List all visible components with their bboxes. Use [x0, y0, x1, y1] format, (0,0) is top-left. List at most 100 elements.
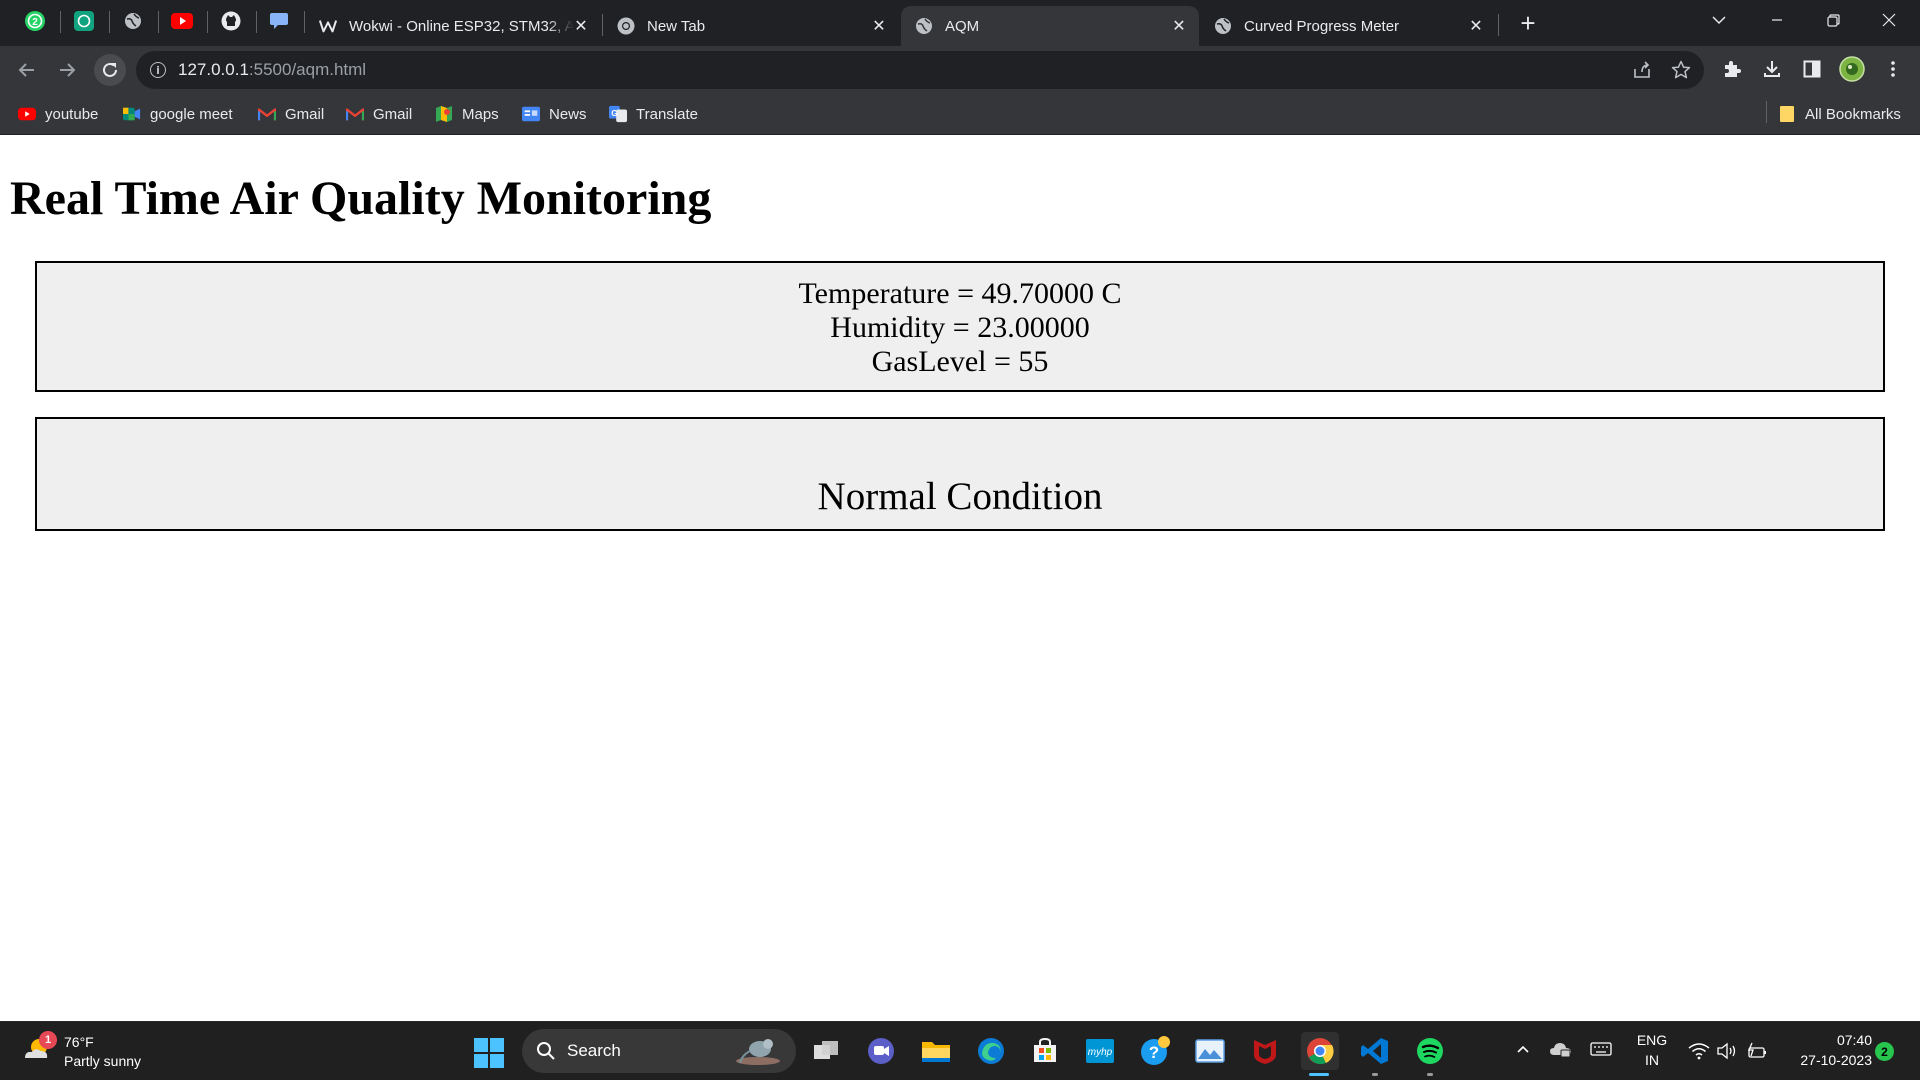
close-window-button[interactable]	[1866, 6, 1912, 34]
translate-icon: G	[609, 105, 627, 123]
ms-store-button[interactable]	[1026, 1032, 1064, 1070]
gmail-icon	[258, 106, 276, 122]
system-clock[interactable]: 07:40 27-10-2023	[1780, 1030, 1872, 1070]
extensions-icon[interactable]	[1719, 56, 1745, 82]
weather-condition: Partly sunny	[64, 1053, 142, 1069]
vscode-icon	[1361, 1038, 1388, 1064]
language-code: ENG	[1636, 1032, 1668, 1048]
new-tab-button[interactable]: +	[1514, 8, 1542, 38]
tab-close-button[interactable]: ✕	[1466, 16, 1486, 36]
file-explorer-icon	[922, 1042, 950, 1062]
wokwi-icon	[319, 17, 337, 35]
tab-new-tab[interactable]: New Tab ✕	[603, 6, 899, 46]
onedrive-tray-icon[interactable]	[1548, 1034, 1574, 1064]
minimize-icon	[1772, 19, 1782, 21]
pinned-tab-youtube[interactable]	[167, 8, 197, 34]
wifi-icon[interactable]	[1686, 1034, 1712, 1068]
side-panel-icon[interactable]	[1799, 56, 1825, 82]
show-hidden-icons-button[interactable]	[1512, 1034, 1534, 1064]
active-app-indicator	[1309, 1073, 1329, 1076]
chrome-taskbar-button[interactable]	[1301, 1032, 1339, 1070]
vscode-button[interactable]	[1356, 1032, 1394, 1070]
bookmark-youtube[interactable]: youtube	[18, 103, 98, 125]
teams-chat-button[interactable]	[862, 1032, 900, 1070]
kebab-menu-icon[interactable]	[1880, 56, 1906, 82]
pinned-tab-chatgpt[interactable]	[69, 8, 99, 34]
page-content: Real Time Air Quality Monitoring Tempera…	[0, 135, 1920, 1021]
restore-button[interactable]	[1810, 6, 1856, 34]
url-host: 127.0.0.1	[178, 60, 249, 79]
search-label: Search	[567, 1041, 621, 1060]
browser-toolbar: i 127.0.0.1:5500/aqm.html	[0, 46, 1920, 93]
taskbar-search[interactable]: Search	[522, 1029, 796, 1073]
pinned-tab-chat[interactable]	[264, 8, 294, 34]
tab-close-button[interactable]: ✕	[869, 16, 889, 36]
tab-title: New Tab	[647, 17, 706, 35]
photos-button[interactable]	[1191, 1032, 1229, 1070]
globe-icon	[125, 13, 141, 29]
reload-button[interactable]	[94, 54, 126, 86]
minimize-button[interactable]	[1754, 6, 1800, 34]
myhp-button[interactable]: myhp	[1081, 1032, 1119, 1070]
input-language-indicator[interactable]: ENG IN	[1630, 1030, 1674, 1070]
task-view-button[interactable]	[807, 1032, 845, 1070]
start-button[interactable]	[474, 1038, 504, 1068]
file-explorer-button[interactable]	[917, 1032, 955, 1070]
keyboard-tray-icon[interactable]	[1588, 1034, 1614, 1064]
chat-icon	[270, 13, 288, 29]
edge-icon	[978, 1038, 1004, 1064]
forward-button[interactable]	[53, 56, 81, 84]
tab-curved-progress-meter[interactable]: Curved Progress Meter ✕	[1200, 6, 1496, 46]
tab-wokwi[interactable]: Wokwi - Online ESP32, STM32, A ✕	[305, 6, 601, 46]
tab-close-button[interactable]: ✕	[571, 16, 591, 36]
tab-close-button[interactable]: ✕	[1169, 16, 1189, 36]
downloads-icon[interactable]	[1759, 56, 1785, 82]
youtube-icon	[171, 13, 193, 29]
news-icon	[522, 106, 540, 122]
air-quality-status: Normal Condition	[817, 475, 1103, 518]
spotify-button[interactable]	[1411, 1032, 1449, 1070]
bookmark-translate[interactable]: G Translate	[609, 103, 698, 125]
share-icon[interactable]	[1632, 60, 1652, 80]
tab-search-button[interactable]	[1696, 6, 1742, 34]
all-bookmarks-folder[interactable]: All Bookmarks	[1778, 103, 1901, 125]
gas-level-reading: GasLevel = 55	[871, 345, 1049, 378]
bookmark-star-icon[interactable]	[1671, 60, 1691, 80]
notification-badge[interactable]: 2	[1875, 1042, 1894, 1061]
tab-aqm[interactable]: AQM ✕	[901, 6, 1199, 46]
address-bar[interactable]: i 127.0.0.1:5500/aqm.html	[136, 51, 1704, 89]
bookmark-google-meet[interactable]: google meet	[123, 103, 233, 125]
bookmarks-bar: youtube google meet Gmail Gmail Maps New…	[0, 93, 1920, 135]
mcafee-button[interactable]	[1246, 1032, 1284, 1070]
windows-taskbar: 1 76°F Partly sunny Search myhp ? ENG IN…	[0, 1021, 1920, 1080]
site-info-icon[interactable]: i	[150, 62, 166, 78]
temperature-reading: Temperature = 49.70000 C	[798, 277, 1122, 310]
tab-title: Curved Progress Meter	[1244, 17, 1400, 35]
reload-icon	[103, 62, 117, 77]
url-text: 127.0.0.1:5500/aqm.html	[178, 60, 366, 80]
bookmark-label: News	[549, 105, 587, 123]
weather-widget[interactable]: 1 76°F Partly sunny	[22, 1030, 192, 1074]
running-app-indicator	[1372, 1073, 1378, 1076]
pinned-tab-github[interactable]	[216, 8, 246, 34]
arrow-left-icon	[18, 63, 34, 77]
get-help-button[interactable]: ?	[1136, 1032, 1174, 1070]
battery-icon[interactable]	[1744, 1034, 1770, 1068]
bookmark-gmail[interactable]: Gmail	[346, 103, 412, 125]
svg-text:G: G	[611, 109, 617, 118]
pinned-tab-whatsapp[interactable]: 2	[20, 8, 50, 34]
youtube-icon	[18, 106, 36, 122]
profile-avatar[interactable]	[1839, 56, 1865, 82]
bookmark-maps[interactable]: Maps	[435, 103, 499, 125]
tab-separator	[256, 11, 257, 33]
air-quality-status-panel: Normal Condition	[35, 417, 1885, 531]
whatsapp-icon: 2	[25, 11, 45, 31]
tab-separator	[1498, 14, 1499, 36]
svg-text:2: 2	[32, 17, 38, 28]
volume-icon[interactable]	[1714, 1034, 1740, 1068]
edge-button[interactable]	[972, 1032, 1010, 1070]
pinned-tab-globe[interactable]	[118, 8, 148, 34]
bookmark-news[interactable]: News	[522, 103, 587, 125]
bookmark-gmail[interactable]: Gmail	[258, 103, 324, 125]
back-button[interactable]	[13, 56, 41, 84]
